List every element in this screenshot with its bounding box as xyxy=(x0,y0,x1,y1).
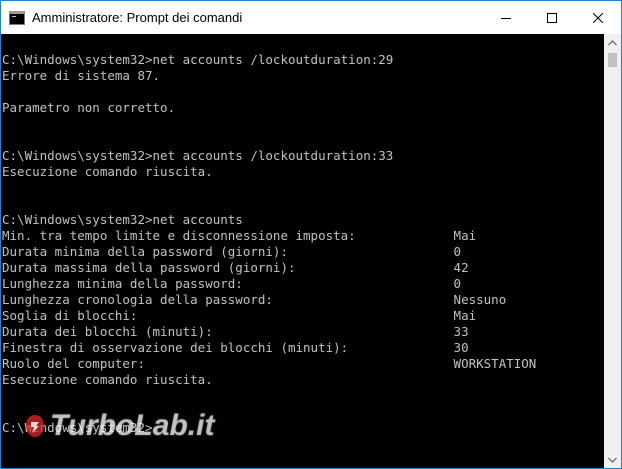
maximize-icon xyxy=(547,12,557,23)
watermark: TurboLab.it xyxy=(24,409,214,443)
title-bar[interactable]: Amministratore: Prompt dei comandi xyxy=(1,1,621,34)
window-title: Amministratore: Prompt dei comandi xyxy=(32,10,243,25)
turbolab-logo-icon xyxy=(26,415,44,437)
console-line: Durata dei blocchi (minuti): 33 xyxy=(2,324,469,339)
chevron-down-icon xyxy=(608,457,617,463)
console-line: C:\Windows\system32>net accounts /lockou… xyxy=(2,148,394,163)
caption-buttons xyxy=(483,1,621,34)
console-line: Lunghezza cronologia della password: Nes… xyxy=(2,292,507,307)
console-line: Soglia di blocchi: Mai xyxy=(2,308,477,323)
console-line: Durata massima della password (giorni): … xyxy=(2,260,469,275)
console-line: Ruolo del computer: WORKSTATION xyxy=(2,356,537,371)
console-line: Errore di sistema 87. xyxy=(2,68,161,83)
console-output[interactable]: C:\Windows\system32>net accounts /lockou… xyxy=(1,34,604,468)
close-icon xyxy=(593,12,603,23)
scroll-up-button[interactable] xyxy=(604,34,621,51)
console-line: Lunghezza minima della password: 0 xyxy=(2,276,462,291)
command-prompt-window: Amministratore: Prompt dei comandi C:\Wi… xyxy=(0,0,622,469)
watermark-text: TurboLab.it xyxy=(50,409,215,442)
console-line: Durata minima della password (giorni): 0 xyxy=(2,244,462,259)
maximize-button[interactable] xyxy=(529,1,575,34)
console-line: Parametro non corretto. xyxy=(2,100,176,115)
console-line: C:\Windows\system32>net accounts xyxy=(2,212,243,227)
minimize-button[interactable] xyxy=(483,1,529,34)
console-line: C:\Windows\system32>net accounts /lockou… xyxy=(2,52,394,67)
close-button[interactable] xyxy=(575,1,621,34)
minimize-icon xyxy=(501,17,511,19)
console-line: Finestra di osservazione dei blocchi (mi… xyxy=(2,340,469,355)
scrollbar-thumb[interactable] xyxy=(608,53,617,67)
cmd-icon[interactable] xyxy=(9,10,25,25)
console-line: Esecuzione comando riuscita. xyxy=(2,372,213,387)
vertical-scrollbar[interactable] xyxy=(604,34,621,468)
chevron-up-icon xyxy=(608,39,617,45)
console-lines: C:\Windows\system32>net accounts /lockou… xyxy=(1,34,604,436)
console-line: Min. tra tempo limite e disconnessione i… xyxy=(2,228,477,243)
scroll-down-button[interactable] xyxy=(604,451,621,468)
console-line: Esecuzione comando riuscita. xyxy=(2,164,213,179)
